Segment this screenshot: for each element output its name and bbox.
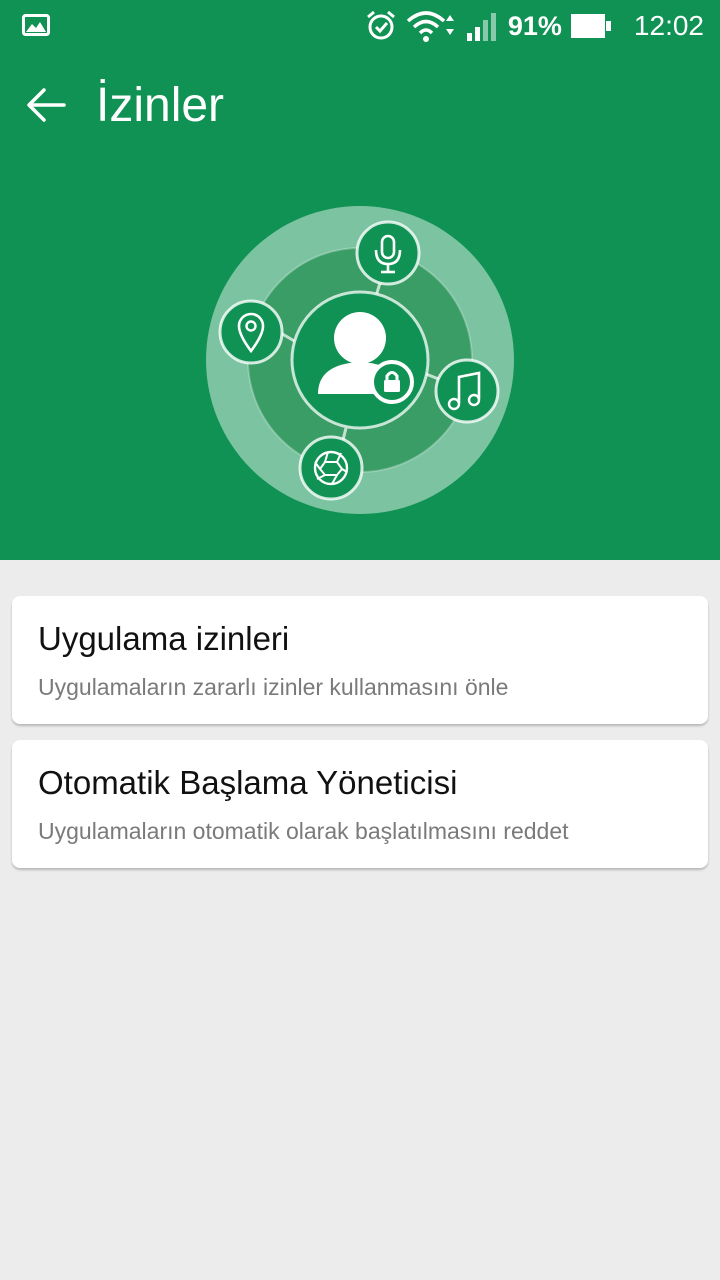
- app-bar: İzinler: [0, 56, 720, 156]
- autostart-manager-item[interactable]: Otomatik Başlama Yöneticisi Uygulamaları…: [12, 740, 708, 868]
- status-icons: 91% 12:02: [364, 8, 704, 44]
- arrow-left-icon[interactable]: [22, 80, 72, 130]
- battery-icon: [570, 14, 611, 38]
- item-title: Otomatik Başlama Yöneticisi: [38, 764, 458, 801]
- battery-percent: 91%: [507, 10, 562, 41]
- user-lock-icon: [290, 290, 430, 430]
- camera-aperture-icon: [298, 435, 364, 501]
- clock: 12:02: [633, 10, 704, 41]
- wifi-icon: [406, 11, 454, 42]
- signal-icon: [466, 13, 496, 41]
- music-icon: [434, 358, 500, 424]
- status-bar: 91% 12:02: [0, 0, 720, 52]
- page-title: İzinler: [96, 79, 225, 132]
- permissions-illustration: [206, 206, 514, 514]
- item-title: Uygulama izinleri: [38, 620, 290, 657]
- microphone-icon: [355, 220, 421, 286]
- item-subtitle: Uygulamaların zararlı izinler kullanması…: [38, 674, 509, 700]
- alarm-icon: [366, 10, 395, 40]
- location-icon: [218, 299, 284, 365]
- app-permissions-item[interactable]: Uygulama izinleri Uygulamaların zararlı …: [12, 596, 708, 724]
- gallery-icon: [22, 14, 50, 36]
- item-subtitle: Uygulamaların otomatik olarak başlatılma…: [38, 818, 569, 844]
- header-banner: 91% 12:02 İzinler: [0, 0, 720, 560]
